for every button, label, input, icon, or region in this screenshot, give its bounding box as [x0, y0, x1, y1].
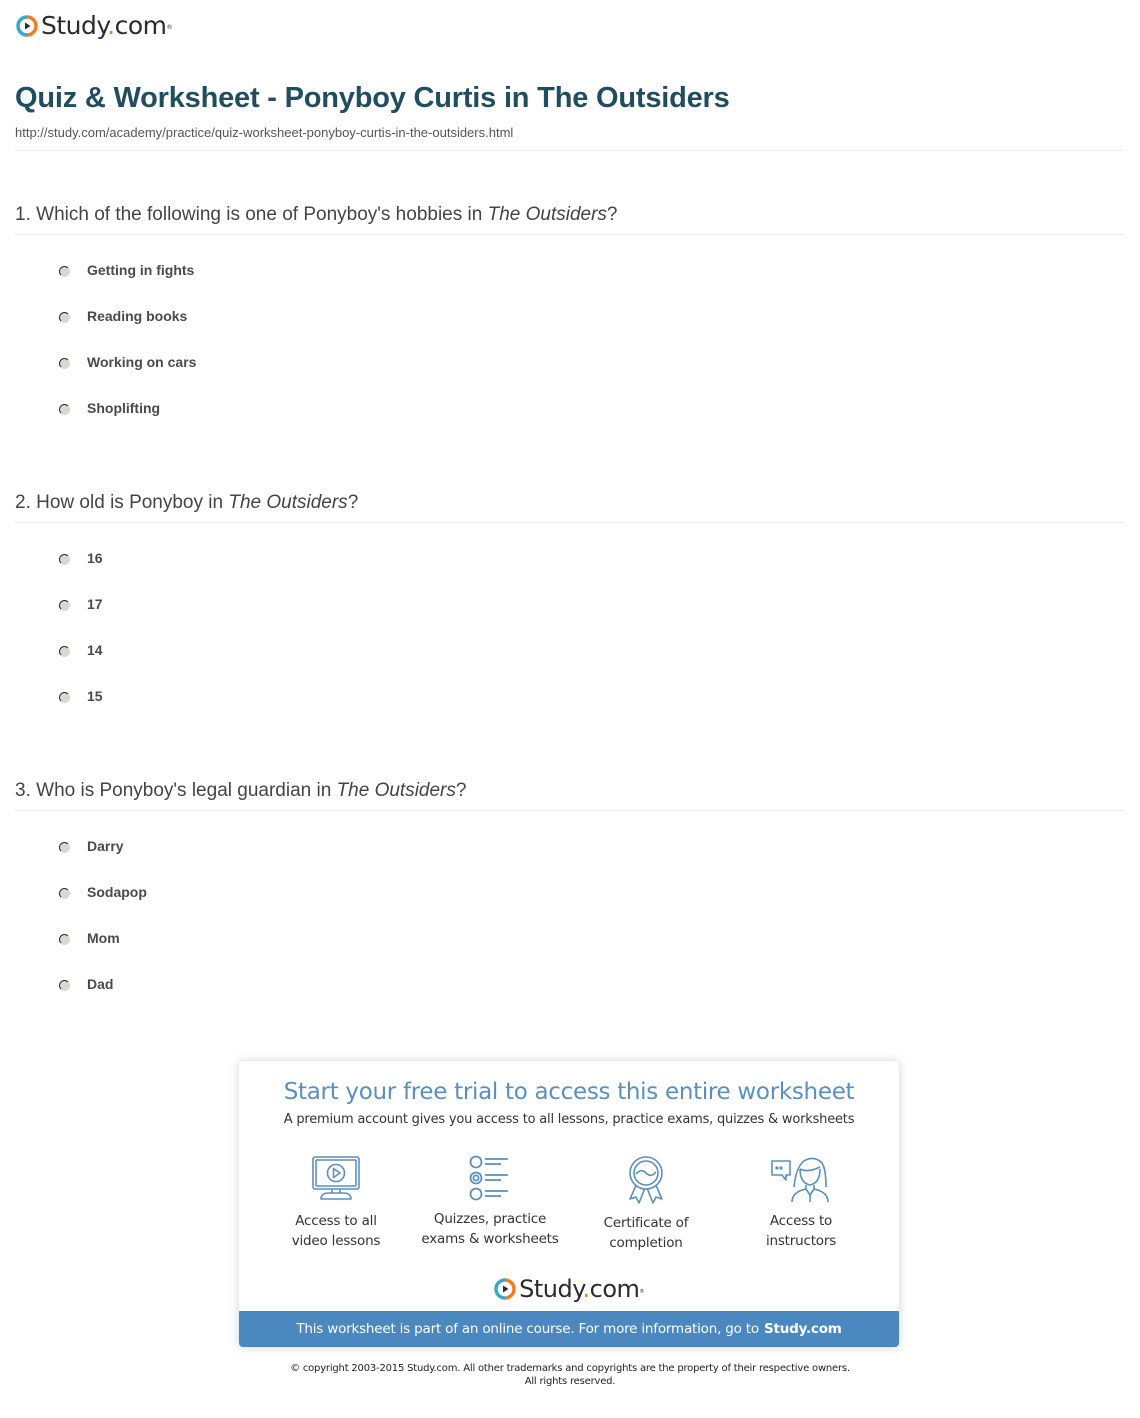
feature-video-lessons: Access to all video lessons: [261, 1155, 411, 1251]
study-com-link[interactable]: Study.com: [764, 1321, 842, 1337]
radio-button[interactable]: [59, 841, 70, 853]
promo-subtitle: A premium account gives you access to al…: [283, 1112, 855, 1127]
logo-wordmark: Study.com®: [41, 11, 172, 40]
feature-certificate: Certificate of completion: [571, 1155, 721, 1253]
radio-button[interactable]: [59, 599, 70, 611]
feature-quizzes: Quizzes, practice exams & worksheets: [415, 1155, 565, 1249]
question-1: 1. Which of the following is one of Pony…: [15, 204, 618, 225]
certificate-ribbon-icon: [629, 1156, 663, 1204]
header-divider: [15, 150, 1124, 151]
question-2-option-b[interactable]: 17: [59, 594, 103, 614]
page-url: http://study.com/academy/practice/quiz-w…: [15, 125, 514, 140]
radio-button[interactable]: [59, 357, 70, 369]
question-1-option-b[interactable]: Reading books: [59, 306, 187, 326]
radio-button[interactable]: [59, 265, 70, 277]
question-1-option-a[interactable]: Getting in fights: [59, 260, 194, 280]
radio-button[interactable]: [59, 691, 70, 703]
question-1-option-d[interactable]: Shoplifting: [59, 398, 160, 418]
promo-features: Access to all video lessons Quizzes, prac…: [239, 1155, 899, 1265]
question-1-divider: [15, 234, 1124, 235]
question-3: 3. Who is Ponyboy's legal guardian in Th…: [15, 780, 467, 801]
radio-button[interactable]: [59, 887, 70, 899]
free-trial-promo-card[interactable]: Start your free trial to access this ent…: [239, 1061, 899, 1347]
radio-button[interactable]: [59, 645, 70, 657]
page-title: Quiz & Worksheet - Ponyboy Curtis in The…: [15, 82, 730, 114]
question-3-option-d[interactable]: Dad: [59, 974, 113, 994]
copyright-notice: © copyright 2003-2015 Study.com. All oth…: [290, 1363, 850, 1387]
video-monitor-icon: [312, 1156, 360, 1200]
question-1-option-c[interactable]: Working on cars: [59, 352, 196, 372]
radio-button[interactable]: [59, 979, 70, 991]
quiz-list-icon: [469, 1155, 508, 1201]
radio-button[interactable]: [59, 403, 70, 415]
question-3-option-a[interactable]: Darry: [59, 836, 124, 856]
question-2-option-a[interactable]: 16: [59, 548, 103, 568]
promo-study-logo[interactable]: Study.com®: [239, 1275, 899, 1303]
play-circle-icon: [494, 1278, 516, 1300]
question-2: 2. How old is Ponyboy in The Outsiders?: [15, 492, 359, 513]
question-2-option-d[interactable]: 15: [59, 686, 103, 706]
study-logo[interactable]: Study.com®: [16, 12, 172, 40]
radio-button[interactable]: [59, 311, 70, 323]
question-2-option-c[interactable]: 14: [59, 640, 103, 660]
radio-button[interactable]: [59, 933, 70, 945]
radio-button[interactable]: [59, 553, 70, 565]
promo-footer-bar: This worksheet is part of an online cour…: [239, 1311, 899, 1347]
question-3-option-c[interactable]: Mom: [59, 928, 120, 948]
question-2-divider: [15, 522, 1124, 523]
play-circle-icon: [16, 15, 38, 37]
question-3-divider: [15, 810, 1124, 811]
question-3-option-b[interactable]: Sodapop: [59, 882, 147, 902]
logo-wordmark: Study.com®: [519, 1275, 644, 1303]
instructor-chat-icon: [771, 1157, 829, 1203]
feature-instructors: Access to instructors: [726, 1155, 876, 1251]
promo-title[interactable]: Start your free trial to access this ent…: [239, 1079, 899, 1105]
